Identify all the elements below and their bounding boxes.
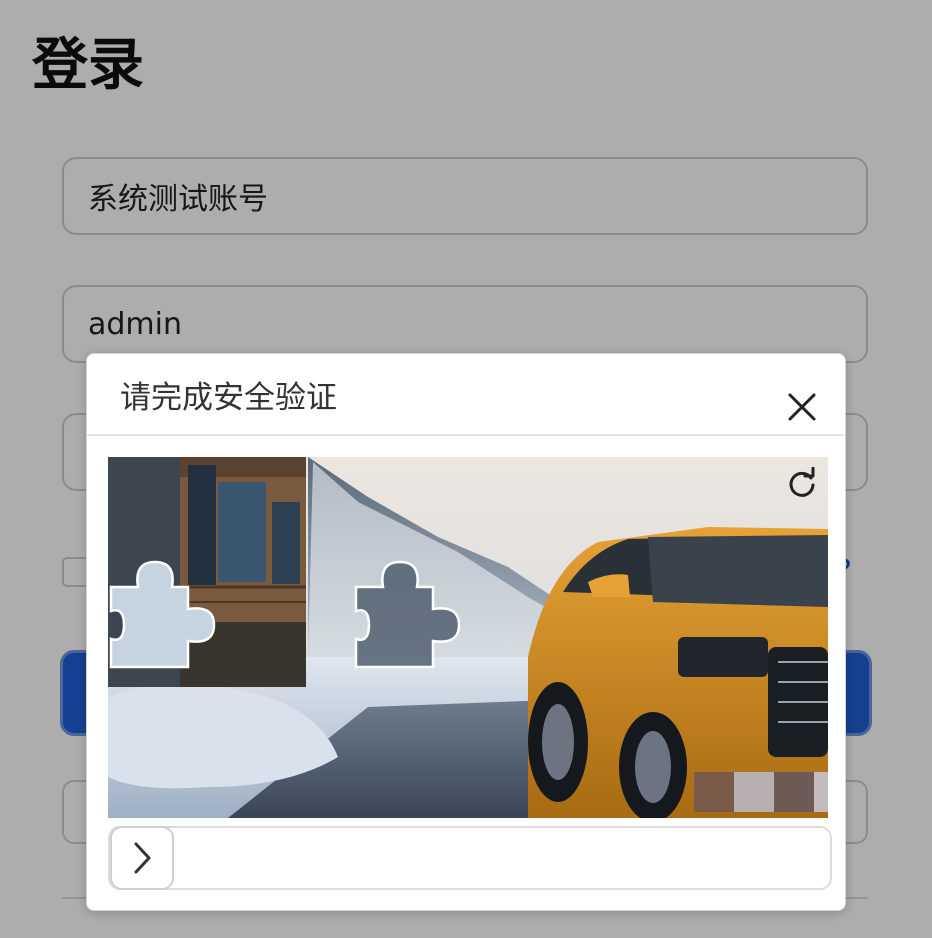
puzzle-image <box>108 457 828 818</box>
chevron-right-icon <box>134 842 151 874</box>
close-button[interactable] <box>782 387 822 427</box>
captcha-modal: 请完成安全验证 <box>86 353 846 911</box>
captcha-title: 请完成安全验证 <box>120 380 337 416</box>
close-icon <box>788 393 816 421</box>
slider-track[interactable] <box>108 826 832 890</box>
modal-divider <box>87 434 845 436</box>
slider-handle[interactable] <box>110 826 174 890</box>
refresh-icon <box>789 466 815 497</box>
refresh-button[interactable] <box>785 466 819 501</box>
